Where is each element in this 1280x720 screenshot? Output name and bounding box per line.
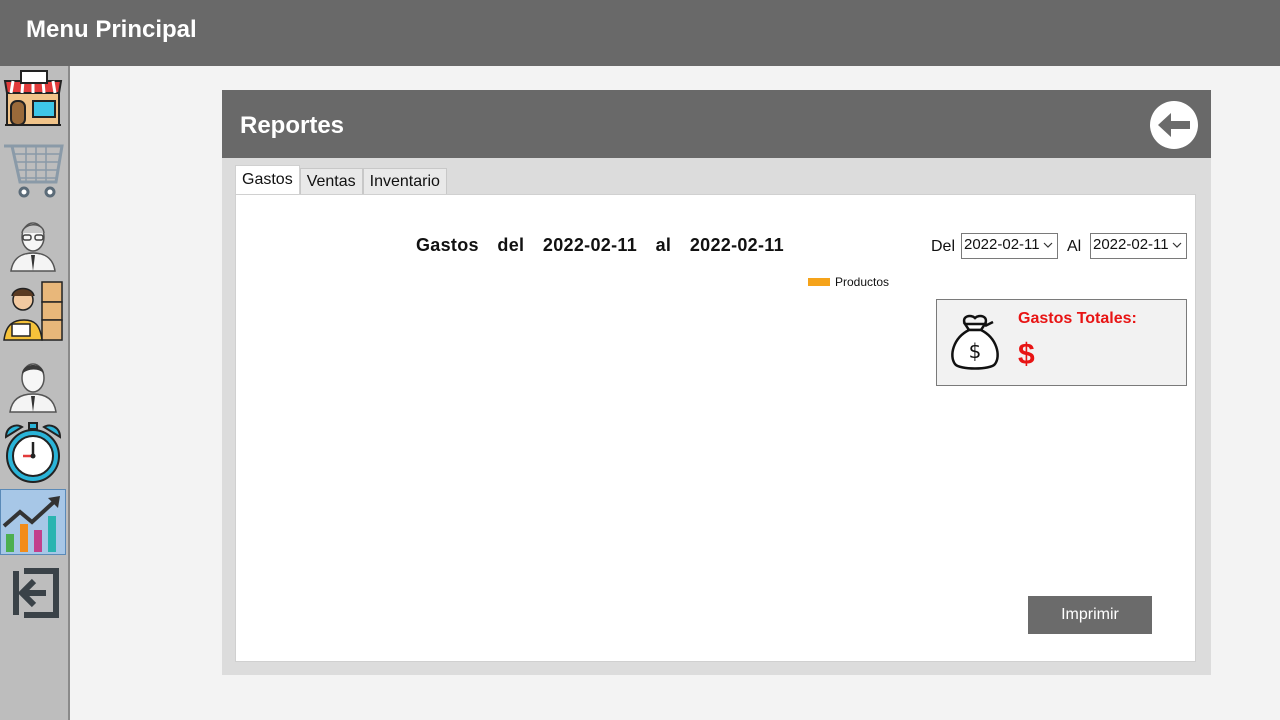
panel-title: Reportes [240, 112, 345, 139]
alarm-clock-icon [4, 422, 62, 483]
print-button[interactable]: Imprimir [1028, 596, 1152, 634]
logout-icon [13, 568, 59, 618]
reports-panel: Reportes Gastos Ventas Inventario Gastos… [222, 90, 1211, 675]
tab-ventas[interactable]: Ventas [299, 168, 363, 194]
tab-content-gastos: Gastos del 2022-02-11 al 2022-02-11 Prod… [235, 194, 1196, 662]
store-icon [3, 70, 63, 126]
warehouse-worker-icon [3, 281, 63, 341]
total-expenses-value: $ [1018, 338, 1035, 371]
date-from-label: Del [931, 238, 956, 255]
sidebar-item-employees[interactable] [0, 352, 66, 418]
sidebar [0, 66, 70, 720]
shopping-cart-icon [4, 144, 64, 198]
chart-legend: Productos [808, 275, 889, 289]
arrow-left-icon [1158, 113, 1190, 137]
app-title: Menu Principal [26, 16, 197, 43]
svg-text:$: $ [969, 339, 982, 363]
top-bar: Menu Principal [0, 0, 1280, 66]
total-expenses-card: $ Gastos Totales: $ [936, 299, 1187, 386]
sidebar-item-store[interactable] [0, 66, 66, 132]
legend-label: Productos [835, 275, 890, 289]
total-expenses-label: Gastos Totales: [1018, 310, 1137, 327]
date-to-label: Al [1067, 238, 1082, 255]
money-bag-icon: $ [951, 314, 999, 370]
legend-swatch [808, 278, 830, 286]
back-button[interactable] [1150, 101, 1198, 149]
sidebar-item-reports[interactable] [0, 489, 66, 555]
report-tabs: Gastos Ventas Inventario [235, 165, 447, 194]
tab-gastos[interactable]: Gastos [235, 165, 300, 194]
chevron-down-icon [1170, 236, 1184, 254]
sidebar-item-warehouse[interactable] [0, 278, 66, 344]
reports-chart-icon [2, 496, 60, 552]
sidebar-item-cart[interactable] [0, 136, 66, 202]
sidebar-item-users[interactable] [0, 210, 66, 276]
date-from-value: 2022-02-11 [964, 236, 1040, 253]
sidebar-item-logout[interactable] [0, 560, 66, 626]
employee-icon [9, 363, 57, 413]
chevron-down-icon [1041, 236, 1055, 254]
panel-header: Reportes [222, 90, 1211, 158]
sidebar-item-schedule[interactable] [0, 420, 66, 486]
date-to-value: 2022-02-11 [1093, 236, 1169, 253]
date-from-picker[interactable]: 2022-02-11 [961, 233, 1058, 259]
date-to-picker[interactable]: 2022-02-11 [1090, 233, 1187, 259]
report-title: Gastos del 2022-02-11 al 2022-02-11 [416, 235, 784, 255]
tab-inventario[interactable]: Inventario [362, 168, 447, 194]
user-manager-icon [10, 222, 56, 272]
